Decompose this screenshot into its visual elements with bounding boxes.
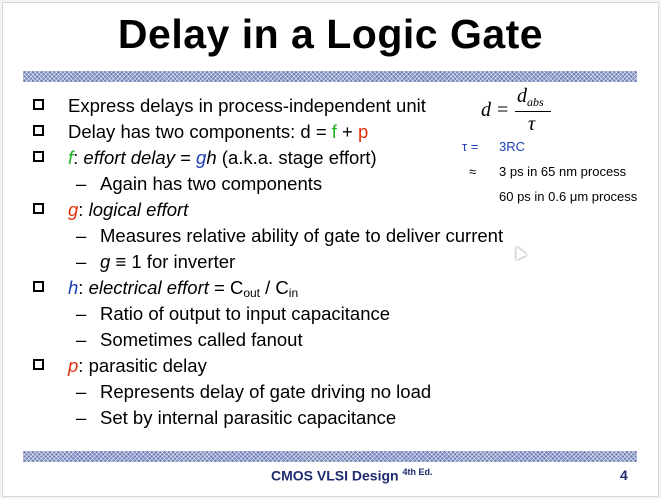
bottom-divider-band [23,451,637,462]
checkbox-bullet-icon [33,125,44,136]
tau-06um-note: 60 ps in 0.6 μm process [499,189,638,204]
checkbox-bullet-icon [33,151,44,162]
delay-formula: d = dabs τ [481,85,561,135]
tau-label: τ = [462,139,479,154]
page-number: 4 [620,467,628,483]
checkbox-bullet-icon [33,359,44,370]
approx-symbol: ≈ [469,164,477,179]
mouse-cursor-icon [511,244,527,260]
checkbox-bullet-icon [33,203,44,214]
tau-value: 3RC [499,139,526,154]
checkbox-bullet-icon [33,99,44,110]
footer-course-title: CMOS VLSI Design 4th Ed. [271,467,433,484]
checkbox-bullet-icon [33,281,44,292]
top-divider-band [23,71,637,82]
slide: Delay in a Logic Gate Express delays in … [2,2,659,497]
fraction-bar [515,111,551,112]
tau-65nm-note: 3 ps in 65 nm process [499,164,627,179]
slide-title: Delay in a Logic Gate [117,11,544,57]
